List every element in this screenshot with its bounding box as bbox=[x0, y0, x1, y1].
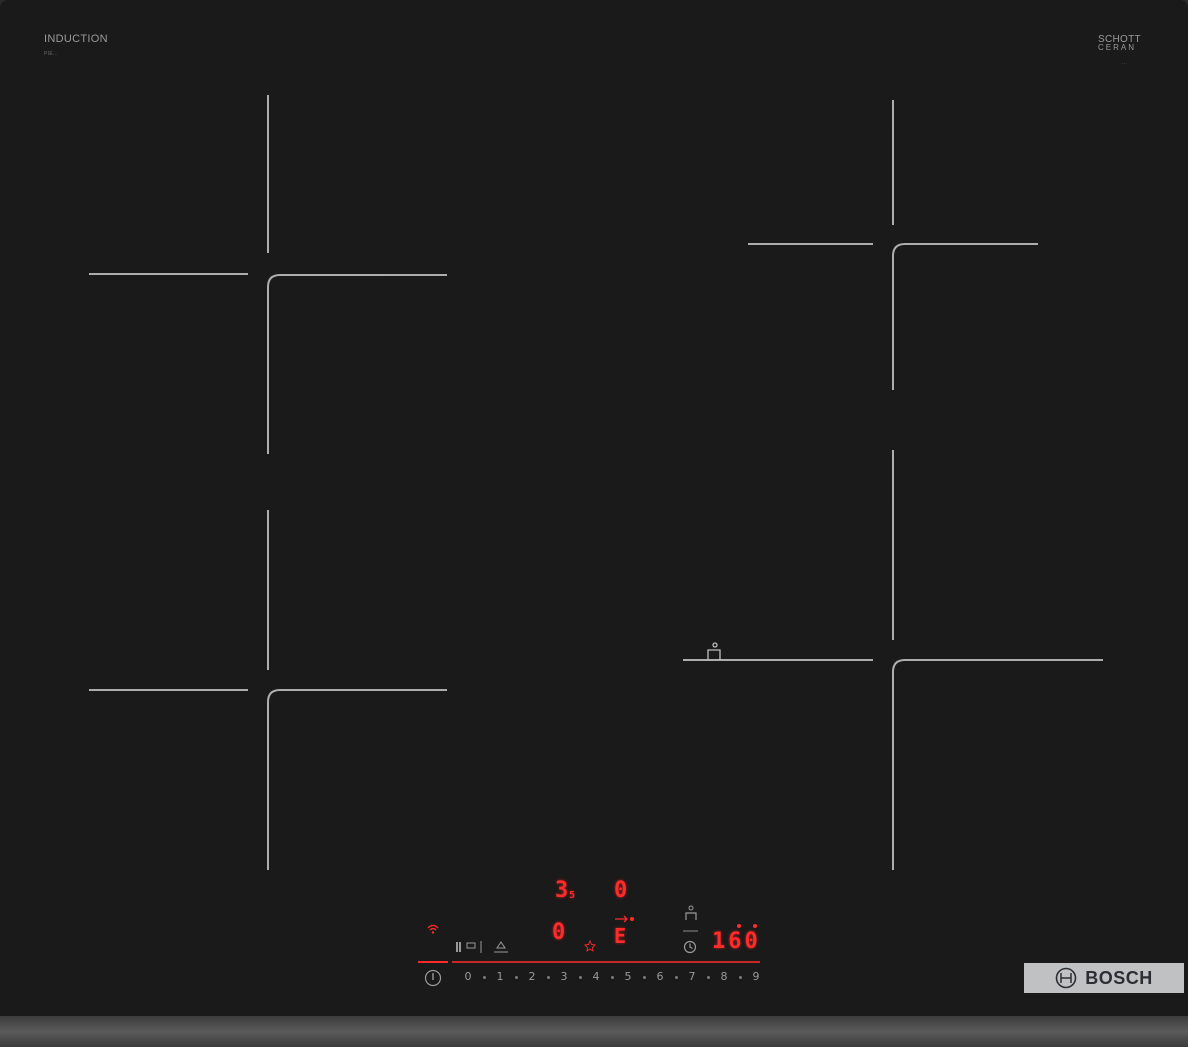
induction-label: INDUCTION bbox=[44, 33, 108, 45]
scale-dot bbox=[611, 976, 614, 979]
zone-corner bbox=[267, 274, 447, 454]
bosch-logo-icon bbox=[1055, 967, 1077, 989]
wifi-icon[interactable] bbox=[427, 924, 439, 934]
timer-unit-icon bbox=[737, 924, 757, 928]
zone-bottom-left-display: 0 bbox=[552, 920, 566, 945]
clock-icon[interactable] bbox=[683, 940, 697, 954]
zone-markings bbox=[89, 95, 1103, 963]
boost-icon[interactable] bbox=[492, 941, 510, 955]
zone-top-left-subdisplay: 5 bbox=[569, 890, 576, 901]
childlock-icon[interactable] bbox=[455, 941, 483, 955]
scale-dot bbox=[675, 976, 678, 979]
brand-plate: BOSCH bbox=[1024, 963, 1184, 993]
scale-1[interactable]: 1 bbox=[493, 970, 507, 983]
scale-3[interactable]: 3 bbox=[557, 970, 571, 983]
scale-9[interactable]: 9 bbox=[749, 970, 763, 983]
pan-sensor-icon bbox=[707, 642, 721, 660]
schott-logo-line2: CERAN bbox=[1098, 43, 1137, 52]
zone-bottom-right-display: E bbox=[614, 924, 627, 948]
scale-0[interactable]: 0 bbox=[461, 970, 475, 983]
scale-7[interactable]: 7 bbox=[685, 970, 699, 983]
model-label: PIE... bbox=[44, 51, 59, 57]
scale-8[interactable]: 8 bbox=[717, 970, 731, 983]
zone-corner bbox=[267, 689, 447, 870]
bottom-frame-trim bbox=[0, 1016, 1188, 1047]
scale-dot bbox=[739, 976, 742, 979]
pan-sensor-control-icon[interactable] bbox=[683, 904, 699, 922]
scale-5[interactable]: 5 bbox=[621, 970, 635, 983]
scale-4[interactable]: 4 bbox=[589, 970, 603, 983]
zone-top-left-display: 3 bbox=[555, 878, 569, 903]
zone-top-right-display: 0 bbox=[614, 878, 628, 903]
cooktop-surface: INDUCTION PIE... SCHOTT CERAN ... 3 5 0 … bbox=[0, 0, 1188, 1047]
zone-corner bbox=[892, 243, 1038, 390]
zone-corner bbox=[892, 659, 1103, 870]
power-icon[interactable] bbox=[424, 969, 442, 987]
scale-dot bbox=[579, 976, 582, 979]
scale-dot bbox=[483, 976, 486, 979]
schott-logo-small: ... bbox=[1122, 60, 1128, 66]
brand-name: BOSCH bbox=[1085, 967, 1153, 988]
scale-dot bbox=[547, 976, 550, 979]
scale-dot bbox=[643, 976, 646, 979]
pan-indicator-icon bbox=[615, 915, 634, 923]
timer-display: 160 bbox=[712, 929, 761, 954]
scale-dot bbox=[515, 976, 518, 979]
scale-dot bbox=[707, 976, 710, 979]
scale-2[interactable]: 2 bbox=[525, 970, 539, 983]
scale-6[interactable]: 6 bbox=[653, 970, 667, 983]
star-icon[interactable] bbox=[584, 940, 596, 952]
